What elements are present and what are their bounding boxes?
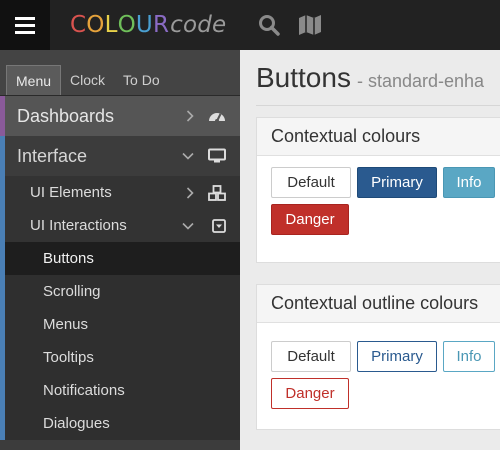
contextual-outline-colours-panel: Contextual outline colours Default Prima… xyxy=(256,284,500,430)
logo-letter: L xyxy=(104,12,118,38)
chevron-down-icon xyxy=(182,152,194,160)
logo-letter: U xyxy=(135,12,153,38)
chevron-right-icon xyxy=(186,110,194,122)
sidebar: Menu Clock To Do Dashboards Interface UI… xyxy=(0,50,240,450)
sidebar-tabs: Menu Clock To Do xyxy=(0,50,240,96)
default-button[interactable]: Default xyxy=(271,167,351,198)
sidebar-item-label: Buttons xyxy=(43,250,94,267)
danger-outline-button[interactable]: Danger xyxy=(271,378,349,409)
search-button[interactable] xyxy=(258,14,281,36)
tab-todo[interactable]: To Do xyxy=(114,65,169,95)
monitor-icon xyxy=(208,148,226,164)
default-outline-button[interactable]: Default xyxy=(271,341,351,372)
danger-button[interactable]: Danger xyxy=(271,204,349,235)
panel-heading: Contextual colours xyxy=(257,118,500,156)
map-icon xyxy=(299,15,322,35)
search-icon xyxy=(259,15,281,36)
dashboard-gauge-icon xyxy=(208,109,226,123)
sidebar-item-label: UI Interactions xyxy=(30,217,127,234)
sidebar-item-ui-elements[interactable]: UI Elements xyxy=(0,176,240,209)
sidebar-item-tooltips[interactable]: Tooltips xyxy=(0,341,240,374)
logo-letter: R xyxy=(152,12,170,38)
main-content: Buttons - standard-enha Contextual colour… xyxy=(240,50,500,450)
sidebar-item-label: Dashboards xyxy=(17,105,115,126)
primary-button[interactable]: Primary xyxy=(357,167,437,198)
sidebar-item-dashboards[interactable]: Dashboards xyxy=(0,96,240,136)
sidebar-item-menus[interactable]: Menus xyxy=(0,308,240,341)
sidebar-item-notifications[interactable]: Notifications xyxy=(0,374,240,407)
sidebar-item-scrolling[interactable]: Scrolling xyxy=(0,275,240,308)
caret-square-down-icon xyxy=(212,218,226,233)
sidebar-item-label: UI Elements xyxy=(30,184,112,201)
tab-menu[interactable]: Menu xyxy=(6,65,62,95)
hamburger-menu-icon xyxy=(15,16,35,34)
sidebar-item-label: Menus xyxy=(43,316,89,333)
title-divider xyxy=(256,105,500,106)
sidebar-nav: Dashboards Interface UI Elements UI Inte… xyxy=(0,96,240,440)
logo-letter: O xyxy=(117,12,136,38)
sidebar-item-interface[interactable]: Interface xyxy=(0,136,240,176)
sidebar-item-label: Notifications xyxy=(43,382,125,399)
sidebar-item-label: Tooltips xyxy=(43,349,94,366)
page-subtitle: - standard-enha xyxy=(356,71,485,91)
hamburger-menu-button[interactable] xyxy=(0,0,50,50)
logo-letter: C xyxy=(70,12,87,38)
tab-clock[interactable]: Clock xyxy=(61,65,114,95)
sidebar-item-ui-interactions[interactable]: UI Interactions xyxy=(0,209,240,242)
chevron-right-icon xyxy=(186,186,194,199)
sidebar-item-label: Interface xyxy=(17,145,88,166)
info-button[interactable]: Info xyxy=(443,167,495,198)
panel-body: Default Primary Info Danger xyxy=(257,156,500,235)
sidebar-item-label: Scrolling xyxy=(43,283,101,300)
map-button[interactable] xyxy=(298,14,322,36)
app-logo[interactable]: C O L O U R code xyxy=(70,12,226,38)
contextual-colours-panel: Contextual colours Default Primary Info … xyxy=(256,117,500,263)
panel-heading: Contextual outline colours xyxy=(257,285,500,323)
sidebar-item-dialogues[interactable]: Dialogues xyxy=(0,407,240,440)
primary-outline-button[interactable]: Primary xyxy=(357,341,437,372)
logo-suffix: code xyxy=(170,12,227,38)
sidebar-item-label: Dialogues xyxy=(43,415,110,432)
page-title-text: Buttons xyxy=(256,62,351,93)
info-outline-button[interactable]: Info xyxy=(443,341,495,372)
page-title: Buttons - standard-enha xyxy=(256,62,484,94)
sidebar-item-buttons[interactable]: Buttons xyxy=(0,242,240,275)
cubes-icon xyxy=(208,184,226,201)
logo-letter: O xyxy=(86,12,105,38)
chevron-down-icon xyxy=(182,222,194,230)
top-bar: C O L O U R code xyxy=(0,0,500,50)
panel-body: Default Primary Info Danger xyxy=(257,323,500,409)
